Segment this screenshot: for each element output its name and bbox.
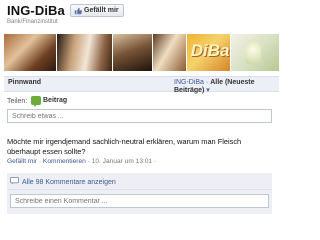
page-title[interactable]: ING-DiBa: [7, 3, 65, 18]
post-meta: Gefällt mir · Kommentieren · 10. Januar …: [7, 158, 156, 165]
post-comment-link[interactable]: Kommentieren: [43, 158, 86, 165]
chevron-down-icon[interactable]: ▾: [206, 87, 210, 94]
meta-separator: ·: [152, 158, 157, 165]
banner-photo: [231, 34, 279, 71]
banner-photo: [152, 34, 186, 71]
comments-icon: [10, 177, 19, 187]
tab-pinnwand[interactable]: Pinnwand: [8, 79, 41, 86]
banner-logo-photo: DiBa: [186, 34, 231, 71]
like-page-label: Gefällt mir: [84, 7, 119, 14]
post-type-button[interactable]: Beitrag: [31, 96, 68, 107]
page-category: Bank/Finanzinstitut: [7, 19, 58, 25]
show-all-comments-label[interactable]: Alle 98 Kommentare anzeigen: [22, 179, 116, 186]
post-text: Möchte mir irgendjemand sachlich-neutral…: [7, 137, 242, 156]
banner-photo: [113, 34, 152, 71]
lamp-graphic: [245, 40, 262, 64]
banner-photo-strip: DiBa: [4, 34, 279, 71]
post-timestamp[interactable]: 10. Januar um 13:01: [92, 158, 152, 165]
speech-bubble-icon: [31, 96, 41, 107]
post-type-label: Beitrag: [43, 97, 68, 104]
comments-divider: [7, 189, 272, 190]
status-input[interactable]: [7, 109, 272, 123]
wall-filter-dropdown[interactable]: ING-DiBa · Alle (Neueste Beiträge) ▾: [174, 79, 282, 94]
show-all-comments-link[interactable]: Alle 98 Kommentare anzeigen: [10, 177, 116, 187]
share-label: Teilen:: [7, 98, 28, 105]
post-like-link[interactable]: Gefällt mir: [7, 158, 37, 165]
banner-photo: [4, 34, 56, 71]
comment-input[interactable]: [10, 194, 269, 208]
thumbs-up-icon: [74, 7, 82, 15]
filter-prefix[interactable]: ING-DiBa: [174, 79, 204, 86]
diba-logo: DiBa: [190, 41, 230, 60]
banner-photo: [56, 34, 113, 71]
like-page-button[interactable]: Gefällt mir: [70, 4, 124, 17]
